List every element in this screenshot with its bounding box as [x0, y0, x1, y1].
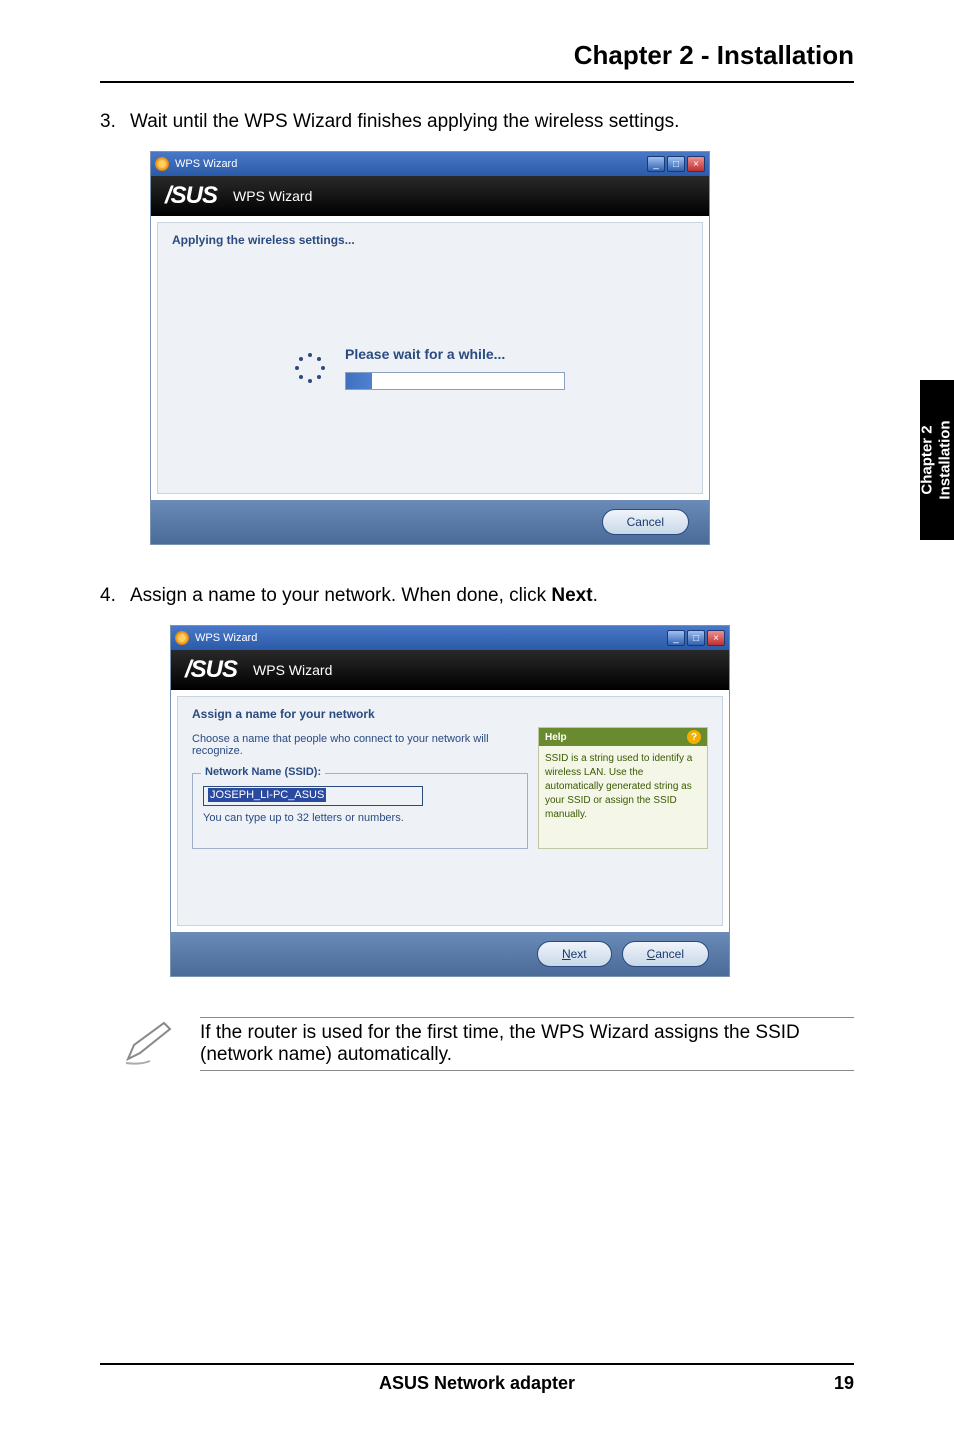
- step-4: 4. Assign a name to your network. When d…: [100, 585, 854, 607]
- ssid-legend: Network Name (SSID):: [201, 766, 325, 778]
- step-3-text: Wait until the WPS Wizard finishes apply…: [130, 111, 854, 133]
- cancel-button[interactable]: Cancel: [622, 941, 709, 967]
- ssid-hint: You can type up to 32 letters or numbers…: [203, 812, 517, 824]
- chapter-side-tab: Chapter 2 Installation: [920, 380, 954, 540]
- step-3-num: 3.: [100, 111, 130, 133]
- dialog-titlebar: WPS Wizard _ □ ×: [171, 626, 729, 650]
- help-panel: Help ? SSID is a string used to identify…: [538, 727, 708, 849]
- cancel-button[interactable]: Cancel: [602, 509, 689, 535]
- asus-logo: /SUS: [185, 656, 237, 684]
- progress-section-title: Applying the wireless settings...: [172, 233, 688, 247]
- dialog-brand-title: WPS Wizard: [233, 188, 312, 204]
- note-text: If the router is used for the first time…: [200, 1017, 854, 1071]
- maximize-button[interactable]: □: [687, 630, 705, 646]
- name-section-title: Assign a name for your network: [192, 707, 708, 721]
- help-body: SSID is a string used to identify a wire…: [539, 746, 707, 828]
- maximize-button[interactable]: □: [667, 156, 685, 172]
- footer-page-number: 19: [575, 1373, 854, 1394]
- app-icon: [155, 157, 169, 171]
- wps-wizard-dialog-name: WPS Wizard _ □ × /SUS WPS Wizard Assign …: [170, 625, 730, 977]
- help-title: Help: [545, 732, 567, 743]
- step-4-num: 4.: [100, 585, 130, 607]
- dialog-window-title: WPS Wizard: [195, 632, 257, 644]
- close-button[interactable]: ×: [707, 630, 725, 646]
- dialog-brand-bar: /SUS WPS Wizard: [171, 650, 729, 690]
- progress-bar: [345, 372, 565, 390]
- wps-wizard-dialog-progress: WPS Wizard _ □ × /SUS WPS Wizard Applyin…: [150, 151, 710, 545]
- ssid-input[interactable]: JOSEPH_LI-PC_ASUS: [203, 786, 423, 806]
- chapter-title: Chapter 2 - Installation: [100, 40, 854, 83]
- minimize-button[interactable]: _: [647, 156, 665, 172]
- spinner-icon: [295, 353, 325, 383]
- progress-fill: [346, 373, 372, 389]
- step-3: 3. Wait until the WPS Wizard finishes ap…: [100, 111, 854, 133]
- close-button[interactable]: ×: [687, 156, 705, 172]
- page-footer: ASUS Network adapter 19: [100, 1363, 854, 1394]
- instruction-text: Choose a name that people who connect to…: [192, 733, 528, 757]
- asus-logo: /SUS: [165, 182, 217, 210]
- dialog-titlebar: WPS Wizard _ □ ×: [151, 152, 709, 176]
- app-icon: [175, 631, 189, 645]
- dialog-brand-title: WPS Wizard: [253, 662, 332, 678]
- next-button[interactable]: Next: [537, 941, 612, 967]
- footer-product: ASUS Network adapter: [379, 1373, 575, 1394]
- pencil-icon: [120, 1017, 180, 1072]
- dialog-window-title: WPS Wizard: [175, 158, 237, 170]
- minimize-button[interactable]: _: [667, 630, 685, 646]
- step-4-text: Assign a name to your network. When done…: [130, 585, 854, 607]
- note: If the router is used for the first time…: [120, 1017, 854, 1072]
- dialog-brand-bar: /SUS WPS Wizard: [151, 176, 709, 216]
- progress-label: Please wait for a while...: [345, 346, 565, 362]
- help-icon: ?: [687, 730, 701, 744]
